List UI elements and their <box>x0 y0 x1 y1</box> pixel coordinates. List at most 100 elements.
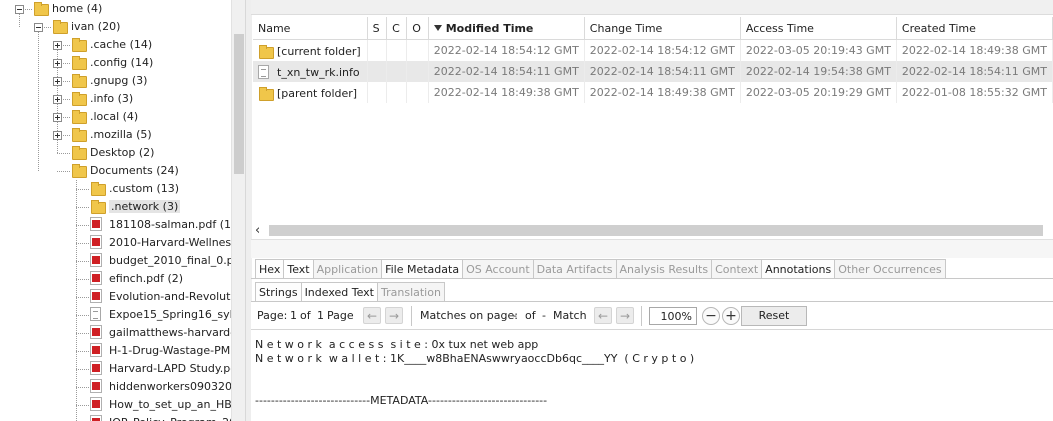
indexed-text-content[interactable]: N e t w o r k a c c e s s s i t e : 0x t… <box>251 330 1053 421</box>
folder-icon <box>52 19 68 34</box>
zoom-level-field[interactable]: 100% <box>649 307 697 325</box>
tree-item[interactable]: home (4) <box>33 0 102 18</box>
arrow-left-icon[interactable]: ← <box>594 307 612 324</box>
splitter-bar[interactable] <box>251 239 1053 258</box>
reset-zoom-button[interactable]: Reset <box>741 306 807 326</box>
tree-connector-line <box>76 261 89 262</box>
column-header-s[interactable]: S <box>367 17 388 40</box>
zoom-in-icon[interactable]: + <box>722 307 740 325</box>
expand-icon[interactable] <box>53 41 62 50</box>
tree-item[interactable]: .mozilla (5) <box>71 126 152 144</box>
table-horizontal-scrollbar[interactable]: ‹ <box>253 222 1053 239</box>
tree-item[interactable]: .custom (13) <box>90 180 179 198</box>
tree-item[interactable]: .cache (14) <box>71 36 152 54</box>
subtab-indexed-text[interactable]: Indexed Text <box>300 282 378 302</box>
tree-item[interactable]: .gnupg (3) <box>71 72 147 90</box>
tree-scrollbar[interactable] <box>231 0 246 421</box>
scroll-left-icon[interactable]: ‹ <box>255 222 267 239</box>
tab-annotations[interactable]: Annotations <box>761 259 836 279</box>
tab-analysis-results[interactable]: Analysis Results <box>615 259 713 279</box>
table-toolbar-strip <box>251 0 1053 15</box>
tab-hex[interactable]: Hex <box>255 259 285 279</box>
column-header-modified-time[interactable]: Modified Time <box>428 17 585 40</box>
tree-connector-line <box>57 153 70 154</box>
column-header-access-time[interactable]: Access Time <box>740 17 897 40</box>
tree-item[interactable]: gailmatthews-harvard-go <box>90 324 231 342</box>
tree-item[interactable]: How_to_set_up_an_HBS <box>90 396 231 414</box>
tree-item[interactable]: 2010-Harvard-Wellness-I <box>90 234 231 252</box>
tab-data-artifacts[interactable]: Data Artifacts <box>532 259 617 279</box>
column-header-o[interactable]: O <box>406 17 429 40</box>
tab-os-account[interactable]: OS Account <box>462 259 534 279</box>
table-row[interactable]: [parent folder] 2022-02-14 18:49:38 GMT … <box>253 82 1053 103</box>
tree-item[interactable]: Harvard-LAPD Study.pdf <box>90 360 231 378</box>
tree-item[interactable]: .network (3) <box>90 198 181 216</box>
arrow-left-icon[interactable]: ← <box>363 307 381 324</box>
subtab-strings[interactable]: Strings <box>255 282 302 302</box>
cell-s <box>367 82 388 103</box>
tab-application[interactable]: Application <box>312 259 383 279</box>
cell-modified-time: 2022-02-14 18:49:38 GMT <box>428 82 585 103</box>
folder-tree[interactable]: home (4) ivan (20) .cache (14) .config (14)… <box>0 0 231 421</box>
tab-context[interactable]: Context <box>711 259 763 279</box>
arrow-right-icon[interactable]: → <box>616 307 634 324</box>
file-name: [parent folder] <box>277 86 358 100</box>
tree-item-label: .info (3) <box>90 92 134 105</box>
tree-item[interactable]: Evolution-and-Revolution <box>90 288 231 306</box>
pdf-icon <box>90 415 102 421</box>
text-subtab-strip: Strings Indexed Text Translation <box>255 282 445 302</box>
tree-item[interactable]: H-1-Drug-Wastage-PM.p <box>90 342 231 360</box>
expand-icon[interactable] <box>53 77 62 86</box>
sort-descending-icon <box>433 24 442 31</box>
tree-item[interactable]: Desktop (2) <box>71 144 154 162</box>
column-header-name[interactable]: Name <box>253 17 368 40</box>
tree-item[interactable]: IOP_Policy_Program_201 <box>90 414 231 421</box>
tab-file-metadata[interactable]: File Metadata <box>381 259 464 279</box>
table-row[interactable]: t_xn_tw_rk.info 2022-02-14 18:54:11 GMT … <box>253 61 1053 82</box>
tree-scrollbar-thumb[interactable] <box>234 34 244 174</box>
column-header-change-time[interactable]: Change Time <box>584 17 741 40</box>
content-line: -----------------------------METADATA---… <box>255 394 548 407</box>
expand-icon[interactable] <box>53 95 62 104</box>
tab-text[interactable]: Text <box>283 259 314 279</box>
tree-item[interactable]: Documents (24) <box>71 162 179 180</box>
tree-item-label: How_to_set_up_an_HBS <box>109 398 231 411</box>
cell-o <box>406 39 429 61</box>
column-header-created-time[interactable]: Created Time <box>896 17 1053 40</box>
table-row[interactable]: [current folder] 2022-02-14 18:54:12 GMT… <box>253 39 1053 61</box>
collapse-icon[interactable] <box>15 5 24 14</box>
folder-icon <box>258 86 274 101</box>
pdf-icon <box>90 253 102 267</box>
right-pane: Name S C O Modified Time Change Time Acc… <box>251 0 1053 421</box>
tree-item[interactable]: efinch.pdf (2) <box>90 270 183 288</box>
cell-access-time: 2022-02-14 19:54:38 GMT <box>740 61 897 82</box>
expand-icon[interactable] <box>53 59 62 68</box>
tree-connector-line <box>76 369 89 370</box>
arrow-right-icon[interactable]: → <box>385 307 403 324</box>
matches-total: - <box>542 309 546 322</box>
tree-item[interactable]: 181108-salman.pdf (1) <box>90 216 231 234</box>
tree-item[interactable]: .config (14) <box>71 54 153 72</box>
tab-other-occurrences[interactable]: Other Occurrences <box>834 259 946 279</box>
page-label: Page: <box>257 309 288 322</box>
expand-icon[interactable] <box>53 113 62 122</box>
pdf-icon <box>90 235 102 249</box>
folder-icon <box>71 73 87 88</box>
tree-connector-line <box>76 279 89 280</box>
tree-item[interactable]: ivan (20) <box>52 18 120 36</box>
tree-item-label: .mozilla (5) <box>90 128 152 141</box>
subtab-translation[interactable]: Translation <box>377 282 445 302</box>
tree-item[interactable]: budget_2010_final_0.pd <box>90 252 231 270</box>
zoom-out-icon[interactable]: − <box>702 307 720 325</box>
expand-icon[interactable] <box>53 131 62 140</box>
column-header-c[interactable]: C <box>386 17 408 40</box>
column-header-label: Created Time <box>901 21 976 35</box>
tree-item[interactable]: Expoe15_Spring16_syllal <box>90 306 231 324</box>
collapse-icon[interactable] <box>34 23 43 32</box>
toolbar-separator <box>641 306 642 326</box>
tree-item[interactable]: hiddenworkers09032021 <box>90 378 231 396</box>
cell-c <box>386 82 408 103</box>
tree-item[interactable]: .info (3) <box>71 90 133 108</box>
tree-item[interactable]: .local (4) <box>71 108 138 126</box>
horizontal-scrollbar-thumb[interactable] <box>269 225 1043 236</box>
